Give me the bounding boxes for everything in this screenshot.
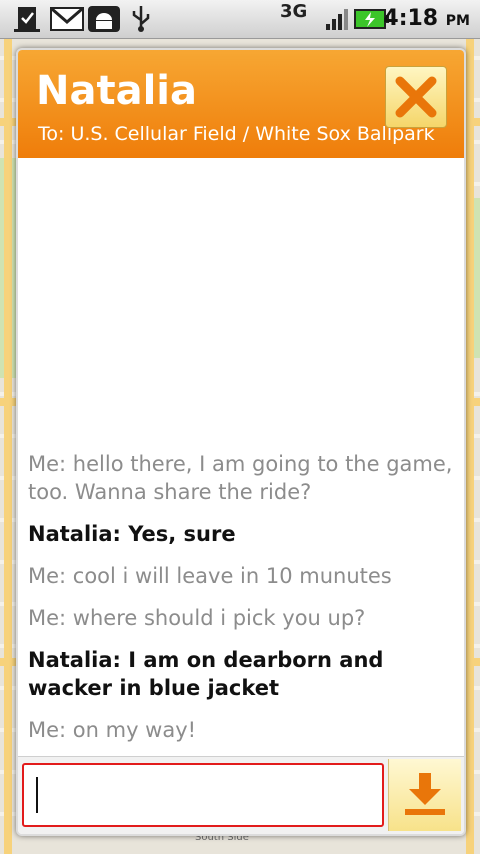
send-button[interactable] — [388, 759, 461, 831]
close-button[interactable] — [385, 66, 447, 128]
android-debug-icon — [88, 6, 120, 32]
message-input[interactable] — [22, 763, 384, 827]
status-time: 4:18 PM — [383, 6, 470, 31]
destination-line: To: U.S. Cellular Field / White Sox Ball… — [38, 123, 435, 145]
gmail-icon — [50, 7, 84, 31]
message-item: Me: hello there, I am going to the game,… — [28, 452, 453, 504]
message-list: Me: hello there, I am going to the game,… — [28, 450, 458, 758]
message-item: Natalia: Yes, sure — [28, 522, 236, 546]
usb-icon — [132, 6, 150, 32]
message-item: Me: cool i will leave in 10 munutes — [28, 564, 392, 588]
network-type: 3G — [280, 1, 308, 22]
close-icon — [395, 76, 437, 118]
message-item: Me: where should i pick you up? — [28, 606, 366, 630]
checklist-icon — [14, 7, 40, 32]
message-item: Natalia: I am on dearborn and wacker in … — [28, 648, 384, 700]
signal-icon — [326, 9, 348, 30]
text-caret — [36, 777, 38, 813]
message-item: Me: on my way! — [28, 718, 197, 742]
contact-name: Natalia — [36, 68, 197, 114]
chat-dialog: Natalia To: U.S. Cellular Field / White … — [16, 48, 466, 836]
composer-bar — [18, 756, 464, 834]
dialog-header: Natalia To: U.S. Cellular Field / White … — [18, 50, 464, 158]
status-bar: 3G 4:18 PM — [0, 0, 480, 39]
send-download-icon — [405, 773, 445, 815]
